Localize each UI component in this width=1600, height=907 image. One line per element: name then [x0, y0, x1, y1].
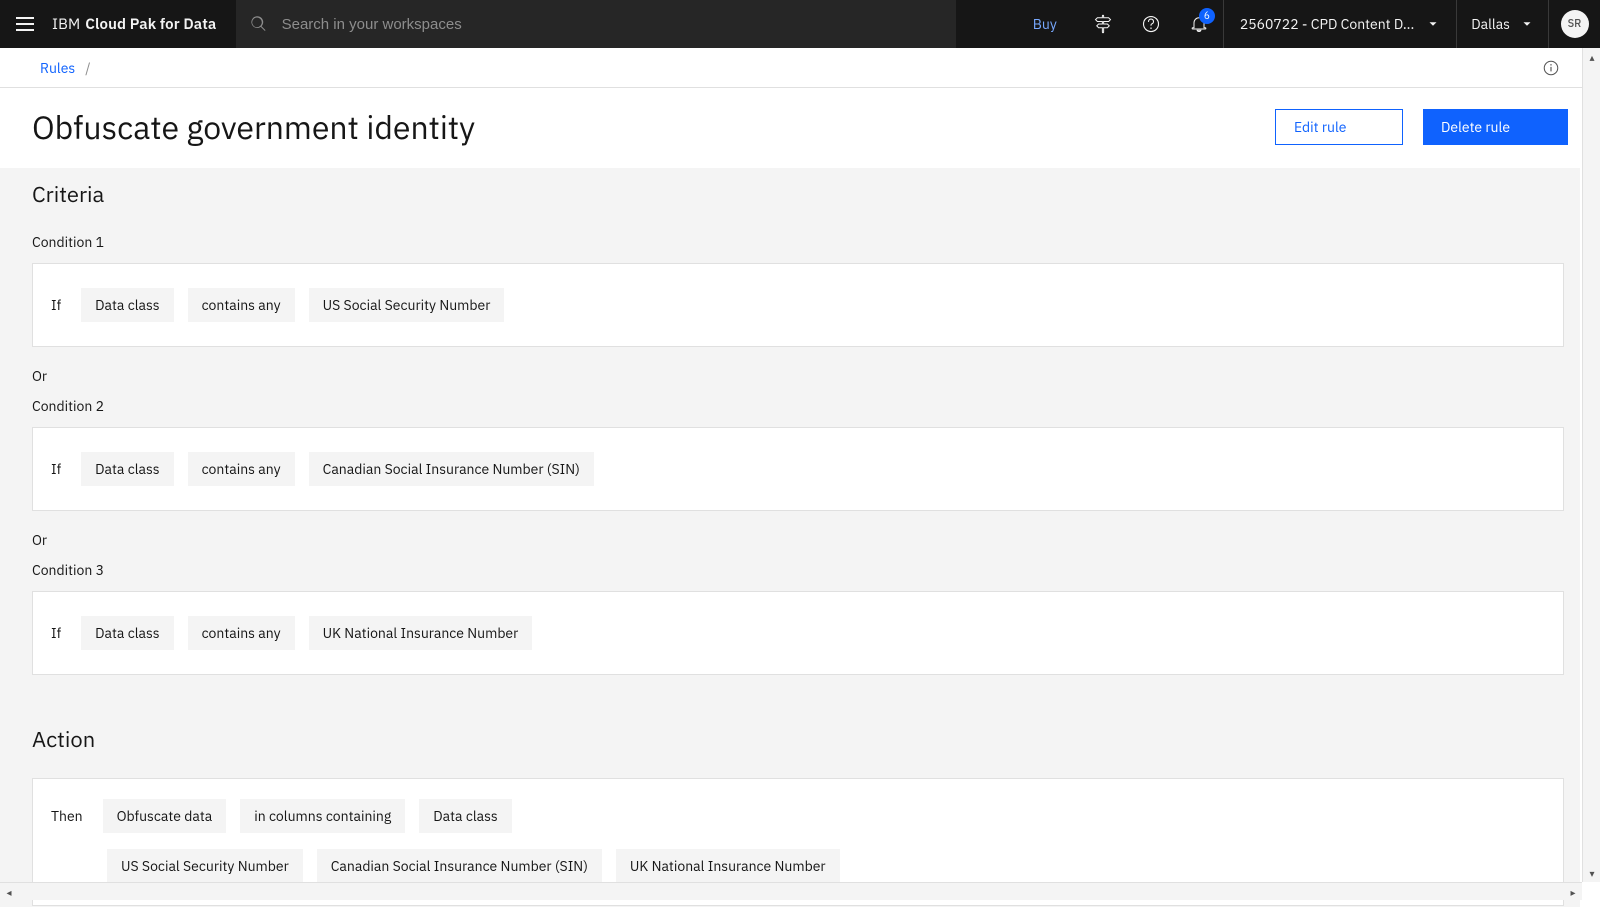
avatar-area: SR — [1548, 0, 1600, 48]
user-avatar[interactable]: SR — [1561, 10, 1589, 38]
condition-label: Condition 3 — [32, 561, 1570, 579]
scroll-right-arrow[interactable]: ▸ — [1564, 883, 1582, 901]
condition-label: Condition 2 — [32, 397, 1570, 415]
search-input[interactable] — [282, 16, 943, 33]
breadcrumb-sep: / — [85, 59, 90, 77]
action-subject-chip: Data class — [419, 799, 511, 833]
then-keyword: Then — [51, 807, 89, 825]
subject-chip: Data class — [81, 616, 173, 650]
operator-chip: contains any — [188, 288, 295, 322]
title-actions: Edit rule Delete rule — [1275, 109, 1568, 145]
menu-button[interactable] — [0, 0, 52, 48]
or-separator: Or — [32, 367, 1570, 385]
if-keyword: If — [51, 624, 67, 642]
notification-badge: 6 — [1199, 8, 1215, 24]
criteria-heading: Criteria — [32, 180, 1570, 209]
notifications-button[interactable]: 6 — [1175, 0, 1223, 48]
vertical-scrollbar[interactable]: ▴ ▾ — [1582, 48, 1600, 882]
if-keyword: If — [51, 460, 67, 478]
breadcrumb-root[interactable]: Rules — [40, 59, 75, 77]
action-section: Action Then Obfuscate data in columns co… — [32, 725, 1570, 906]
value-chip: US Social Security Number — [309, 288, 505, 322]
edit-rule-button[interactable]: Edit rule — [1275, 109, 1403, 145]
chevron-down-icon — [1426, 17, 1440, 31]
guided-tour-button[interactable] — [1079, 0, 1127, 48]
action-value-chip: US Social Security Number — [107, 849, 303, 883]
main-content: Criteria Condition 1 If Data class conta… — [0, 168, 1580, 907]
help-button[interactable] — [1127, 0, 1175, 48]
action-scope-chip: in columns containing — [240, 799, 405, 833]
value-chip: UK National Insurance Number — [309, 616, 533, 650]
operator-chip: contains any — [188, 616, 295, 650]
operator-chip: contains any — [188, 452, 295, 486]
brand-light: IBM — [52, 15, 80, 34]
account-switcher[interactable]: 2560722 - CPD Content D... — [1223, 0, 1456, 48]
condition-card: If Data class contains any US Social Sec… — [32, 263, 1564, 347]
brand[interactable]: IBM Cloud Pak for Data — [52, 15, 236, 34]
breadcrumb-bar: Rules / — [0, 48, 1600, 88]
condition-card: If Data class contains any Canadian Soci… — [32, 427, 1564, 511]
buy-link[interactable]: Buy — [1011, 0, 1079, 48]
top-navbar: IBM Cloud Pak for Data Buy 6 2560722 - C… — [0, 0, 1600, 48]
action-value-chip: UK National Insurance Number — [616, 849, 840, 883]
action-verb-chip: Obfuscate data — [103, 799, 227, 833]
action-value-chip: Canadian Social Insurance Number (SIN) — [317, 849, 602, 883]
signpost-icon — [1093, 14, 1113, 34]
title-row: Obfuscate government identity Edit rule … — [0, 88, 1600, 168]
breadcrumb: Rules / — [40, 59, 91, 77]
region-switcher[interactable]: Dallas — [1456, 0, 1548, 48]
search-icon — [250, 15, 267, 33]
info-icon[interactable] — [1542, 59, 1560, 77]
action-row-2: US Social Security Number Canadian Socia… — [51, 849, 1545, 883]
action-heading: Action — [32, 725, 1570, 754]
action-row-1: Then Obfuscate data in columns containin… — [51, 799, 1545, 833]
value-chip: Canadian Social Insurance Number (SIN) — [309, 452, 594, 486]
topbar-right: Buy 6 2560722 - CPD Content D... Dallas … — [1011, 0, 1600, 48]
page-title: Obfuscate government identity — [32, 106, 475, 148]
or-separator: Or — [32, 531, 1570, 549]
subject-chip: Data class — [81, 452, 173, 486]
account-label: 2560722 - CPD Content D... — [1240, 15, 1414, 33]
global-search[interactable] — [236, 0, 956, 48]
help-icon — [1141, 14, 1161, 34]
region-label: Dallas — [1471, 15, 1510, 33]
condition-label: Condition 1 — [32, 233, 1570, 251]
delete-rule-button[interactable]: Delete rule — [1423, 109, 1568, 145]
scroll-left-arrow[interactable]: ◂ — [0, 883, 18, 901]
condition-card: If Data class contains any UK National I… — [32, 591, 1564, 675]
subject-chip: Data class — [81, 288, 173, 322]
brand-bold: Cloud Pak for Data — [85, 15, 216, 34]
if-keyword: If — [51, 296, 67, 314]
scroll-down-arrow[interactable]: ▾ — [1583, 864, 1600, 882]
horizontal-scrollbar[interactable]: ◂ ▸ — [0, 882, 1582, 900]
chevron-down-icon — [1520, 17, 1534, 31]
scroll-up-arrow[interactable]: ▴ — [1583, 48, 1600, 66]
hamburger-icon — [16, 14, 36, 34]
